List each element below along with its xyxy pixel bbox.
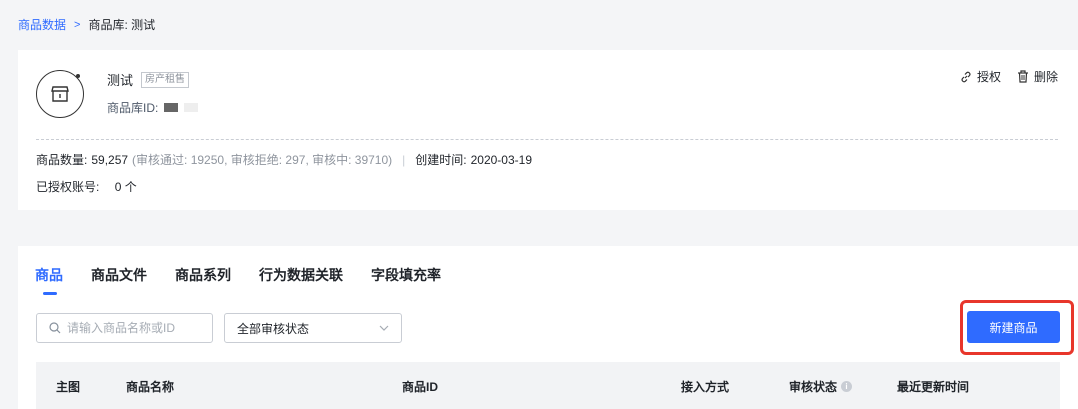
link-icon (961, 71, 971, 82)
count-detail: (审核通过: 19250, 审核拒绝: 297, 审核中: 39710) (132, 153, 393, 167)
authorize-button[interactable]: 授权 (960, 68, 1001, 85)
info-icon[interactable]: i (841, 381, 853, 392)
count-label: 商品数量: (36, 153, 88, 167)
trash-icon (1017, 70, 1028, 83)
authorized-accounts: 已授权账号: 0 个 (36, 178, 137, 195)
status-select-value: 全部审核状态 (237, 321, 310, 336)
tab-product-files[interactable]: 商品文件 (91, 265, 147, 295)
count-value: 59,257 (91, 152, 129, 167)
column-header-review-status: 审核状态 i (789, 378, 853, 395)
accounts-value: 0 个 (114, 180, 137, 194)
search-icon (49, 322, 61, 334)
table-header: 主图 商品名称 商品ID 接入方式 审核状态 i 最近更新时间 (36, 362, 1060, 409)
library-actions: 授权 删除 (960, 68, 1058, 85)
accounts-label: 已授权账号: (36, 180, 100, 194)
library-title: 测试 房产租售 (107, 70, 190, 89)
column-header: 审核状态 (789, 380, 838, 394)
library-id: 商品库ID: (107, 99, 199, 116)
library-tag: 房产租售 (141, 71, 190, 88)
created-value: 2020-03-19 (470, 152, 532, 167)
column-header: 商品ID (402, 380, 439, 394)
library-id-redacted (164, 103, 179, 112)
column-header: 主图 (56, 380, 81, 394)
search-box[interactable] (36, 313, 213, 343)
delete-button[interactable]: 删除 (1017, 68, 1058, 85)
products-card: 商品 商品文件 商品系列 行为数据关联 字段填充率 全部审核状态 新建商品 主图… (18, 246, 1078, 409)
chevron-down-icon (379, 325, 389, 331)
tab-product-series[interactable]: 商品系列 (175, 265, 231, 295)
tab-bar: 商品 商品文件 商品系列 行为数据关联 字段填充率 (35, 265, 441, 295)
breadcrumb-parent-link[interactable]: 商品数据 (18, 16, 66, 33)
tab-products[interactable]: 商品 (35, 265, 63, 295)
tab-field-fill-rate[interactable]: 字段填充率 (371, 265, 441, 295)
column-header: 商品名称 (126, 380, 175, 394)
delete-label: 删除 (1033, 70, 1058, 84)
dashed-divider (36, 139, 1058, 140)
library-name: 测试 (107, 73, 134, 88)
library-stats: 商品数量: 59,257 (审核通过: 19250, 审核拒绝: 297, 审核… (36, 151, 532, 168)
column-header: 最近更新时间 (897, 380, 970, 394)
authorize-label: 授权 (976, 70, 1001, 84)
status-select[interactable]: 全部审核状态 (224, 313, 402, 343)
new-product-button[interactable]: 新建商品 (967, 311, 1060, 343)
store-icon-dot (76, 74, 80, 78)
library-info-card: 测试 房产租售 商品库ID: 授权 删除 商品数量: 59,257 (审核通过:… (18, 50, 1078, 210)
created-label: 创建时间: (415, 153, 467, 167)
tab-behavior-data[interactable]: 行为数据关联 (259, 265, 343, 295)
breadcrumb: 商品数据 > 商品库: 测试 (18, 16, 155, 33)
library-id-label: 商品库ID: (107, 101, 159, 115)
breadcrumb-current: 商品库: 测试 (88, 18, 156, 32)
stats-divider: | (402, 152, 406, 167)
column-header: 接入方式 (681, 380, 730, 394)
search-input[interactable] (67, 321, 207, 335)
library-id-redacted-2 (184, 103, 199, 112)
breadcrumb-separator: > (74, 18, 81, 31)
